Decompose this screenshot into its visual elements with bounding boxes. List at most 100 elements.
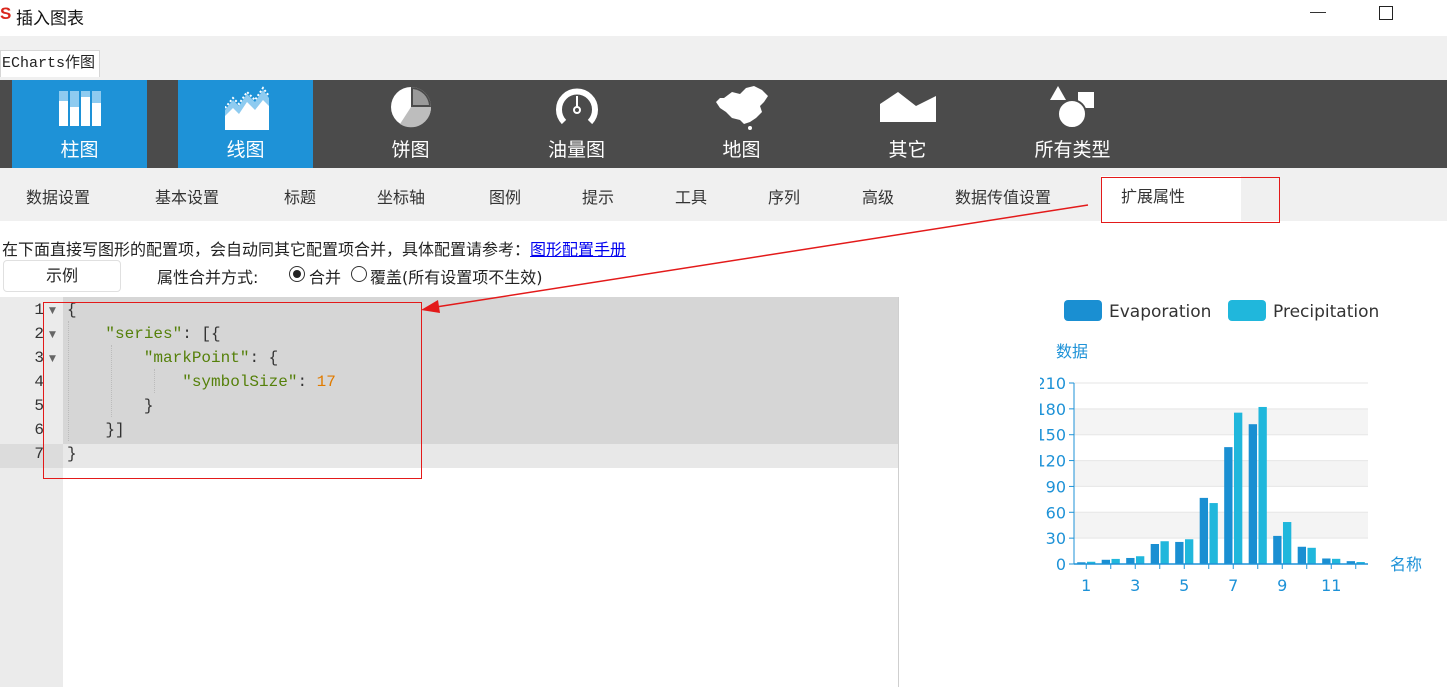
y-tick-label: 120 xyxy=(1040,452,1066,471)
merge-mode-label: 属性合并方式: xyxy=(157,268,259,287)
all-types-icon xyxy=(1050,86,1094,129)
merge-radio[interactable] xyxy=(289,266,305,282)
line-number: 2 xyxy=(34,325,44,343)
overwrite-radio-label[interactable]: 覆盖(所有设置项不生效) xyxy=(370,264,543,288)
map-icon xyxy=(716,86,768,130)
radio-selected-dot xyxy=(293,270,301,278)
x-axis-name: 名称 xyxy=(1390,555,1422,574)
y-tick-label: 60 xyxy=(1046,503,1066,522)
x-tick-label: 11 xyxy=(1321,576,1341,595)
chart-type-other[interactable]: 其它 xyxy=(840,80,975,168)
tab-tooltip[interactable]: 提示 xyxy=(582,184,614,208)
chart-type-line-chart[interactable]: 线图 xyxy=(178,80,313,168)
y-tick-label: 210 xyxy=(1040,374,1066,393)
tab-series[interactable]: 序列 xyxy=(768,184,800,208)
outer-tab-bar: ECharts作图 xyxy=(0,36,1447,80)
line-number: 3 xyxy=(34,349,44,367)
bar-evaporation xyxy=(1175,541,1184,564)
bar-precipitation xyxy=(1209,503,1218,564)
x-tick-label: 7 xyxy=(1228,576,1238,595)
y-tick-label: 30 xyxy=(1046,529,1066,548)
pie-chart-icon xyxy=(391,87,432,128)
bar-precipitation xyxy=(1184,539,1194,564)
bar-evaporation xyxy=(1297,546,1307,564)
tab-data-settings[interactable]: 数据设置 xyxy=(26,184,90,208)
legend-swatch-precipitation[interactable] xyxy=(1228,300,1266,321)
minimize-icon[interactable] xyxy=(1310,12,1326,13)
chart-type-label: 其它 xyxy=(888,139,927,161)
tab-echarts[interactable]: ECharts作图 xyxy=(0,50,101,77)
chart-type-bar-chart[interactable]: 柱图 xyxy=(12,80,147,168)
window-title: 插入图表 xyxy=(16,9,84,29)
chart-type-label: 所有类型 xyxy=(1034,139,1111,161)
chart-type-bar: 柱图 线图 饼图 油量图 地图 其它 所有类型 xyxy=(0,80,1447,168)
other-chart-icon xyxy=(880,92,936,122)
legend-label-evaporation[interactable]: Evaporation xyxy=(1109,302,1211,322)
code-highlight-box xyxy=(43,302,422,479)
bar-precipitation xyxy=(1111,558,1120,564)
bar-precipitation xyxy=(1233,412,1243,564)
tab-title[interactable]: 标题 xyxy=(284,184,316,208)
gauge-icon xyxy=(556,88,598,125)
chart-type-gauge[interactable]: 油量图 xyxy=(509,80,644,168)
example-button[interactable]: 示例 xyxy=(3,260,121,292)
x-tick-label: 3 xyxy=(1130,576,1140,595)
chart-type-pie-chart[interactable]: 饼图 xyxy=(343,80,478,168)
tab-axis[interactable]: 坐标轴 xyxy=(377,184,425,208)
bar-evaporation xyxy=(1126,557,1135,564)
x-tick-label: 1 xyxy=(1081,576,1091,595)
bar-chart-icon xyxy=(59,91,101,126)
overwrite-radio[interactable] xyxy=(351,266,367,282)
legend-swatch-evaporation[interactable] xyxy=(1064,300,1102,321)
line-number: 4 xyxy=(34,373,44,391)
bar-evaporation xyxy=(1199,497,1209,564)
bar-precipitation xyxy=(1282,522,1292,564)
grid-band xyxy=(1074,460,1368,487)
type-bar-left-strip xyxy=(0,80,12,168)
bar-precipitation xyxy=(1307,547,1316,564)
chart-type-map[interactable]: 地图 xyxy=(674,80,809,168)
tab-advanced[interactable]: 高级 xyxy=(862,184,894,208)
y-tick-label: 180 xyxy=(1040,400,1066,419)
tab-legend[interactable]: 图例 xyxy=(489,184,521,208)
tab-basic-settings[interactable]: 基本设置 xyxy=(155,184,219,208)
chart-type-label: 饼图 xyxy=(391,139,430,161)
instruction-body: 在下面直接写图形的配置项，会自动同其它配置项合并，具体配置请参考： xyxy=(2,240,531,259)
bar-precipitation xyxy=(1331,558,1341,564)
grid-band xyxy=(1074,512,1368,539)
tab-data-passing[interactable]: 数据传值设置 xyxy=(955,184,1051,208)
bar-evaporation xyxy=(1322,558,1331,564)
bar-evaporation xyxy=(1273,535,1282,564)
line-number: 6 xyxy=(34,421,44,439)
x-tick-label: 5 xyxy=(1179,576,1189,595)
bar-evaporation xyxy=(1224,447,1233,564)
chart-type-all[interactable]: 所有类型 xyxy=(1005,80,1140,168)
line-number: 7 xyxy=(34,445,44,463)
legend-label-precipitation[interactable]: Precipitation xyxy=(1273,302,1379,322)
title-bar: S 插入图表 xyxy=(0,0,1447,36)
bar-evaporation xyxy=(1248,424,1258,564)
app-logo: S xyxy=(0,4,12,23)
x-tick-label: 9 xyxy=(1277,576,1287,595)
bar-precipitation xyxy=(1258,406,1267,564)
bar-evaporation xyxy=(1150,544,1160,564)
tab-highlight-box xyxy=(1101,177,1280,223)
chart-preview: 0 30 60 90 120 150 180 210 1 3 5 7 9 11 Evaporation P… xyxy=(1035,295,1440,605)
chart-type-label: 油量图 xyxy=(547,139,605,161)
y-tick-label: 90 xyxy=(1046,477,1066,496)
maximize-icon[interactable] xyxy=(1379,6,1393,20)
bar-precipitation xyxy=(1160,541,1169,564)
line-number: 1 xyxy=(34,301,44,319)
grid-band xyxy=(1074,408,1368,435)
y-tick-label: 150 xyxy=(1040,426,1066,445)
bar-precipitation xyxy=(1135,556,1145,564)
chart-svg: 0 30 60 90 120 150 180 210 1 3 5 7 9 11 Evaporation P… xyxy=(1035,300,1422,595)
chart-type-label: 柱图 xyxy=(60,139,99,161)
line-number: 5 xyxy=(34,397,44,415)
instruction-text: 在下面直接写图形的配置项，会自动同其它配置项合并，具体配置请参考：图形配置手册 xyxy=(2,236,626,260)
chart-type-label: 地图 xyxy=(722,139,761,161)
merge-radio-label[interactable]: 合并 xyxy=(309,264,341,288)
tab-toolbox[interactable]: 工具 xyxy=(675,184,707,208)
config-manual-link[interactable]: 图形配置手册 xyxy=(530,240,626,259)
line-chart-icon xyxy=(225,86,269,130)
